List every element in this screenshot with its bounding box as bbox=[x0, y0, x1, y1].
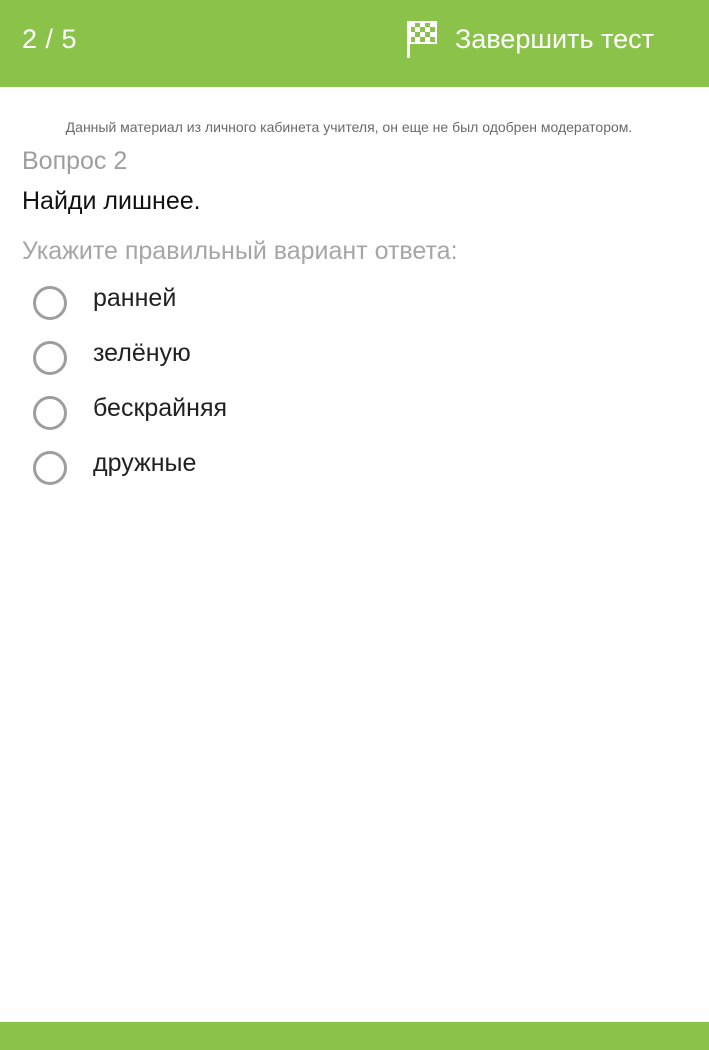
radio-button[interactable] bbox=[33, 286, 67, 320]
answer-option[interactable]: ранней bbox=[33, 282, 453, 337]
answer-instruction: Укажите правильный вариант ответа: bbox=[22, 237, 458, 265]
answer-option-label: бескрайняя bbox=[93, 394, 228, 422]
quiz-page: 2 / 5 Завершить тест Данный материал из … bbox=[0, 0, 709, 1050]
checkered-flag-icon bbox=[407, 21, 437, 58]
radio-button[interactable] bbox=[33, 451, 67, 485]
question-counter: 2 / 5 bbox=[22, 24, 78, 54]
moderation-notice: Данный материал из личного кабинета учит… bbox=[65, 119, 633, 135]
answer-option[interactable]: зелёную bbox=[33, 337, 453, 392]
top-bar: 2 / 5 Завершить тест bbox=[0, 0, 709, 87]
radio-button[interactable] bbox=[33, 396, 67, 430]
question-text: Найди лишнее. bbox=[22, 187, 201, 215]
answer-option-label: дружные bbox=[93, 449, 197, 477]
bottom-bar bbox=[0, 1022, 709, 1050]
answer-option-label: зелёную bbox=[93, 339, 191, 367]
answer-options: ранней зелёную бескрайняя дружные bbox=[33, 282, 453, 502]
radio-button[interactable] bbox=[33, 341, 67, 375]
finish-test-label: Завершить тест bbox=[455, 24, 655, 54]
answer-option[interactable]: дружные bbox=[33, 447, 453, 502]
question-number: Вопрос 2 bbox=[22, 147, 128, 175]
answer-option[interactable]: бескрайняя bbox=[33, 392, 453, 447]
answer-option-label: ранней bbox=[93, 284, 177, 312]
finish-test-button[interactable]: Завершить тест bbox=[405, 18, 654, 60]
